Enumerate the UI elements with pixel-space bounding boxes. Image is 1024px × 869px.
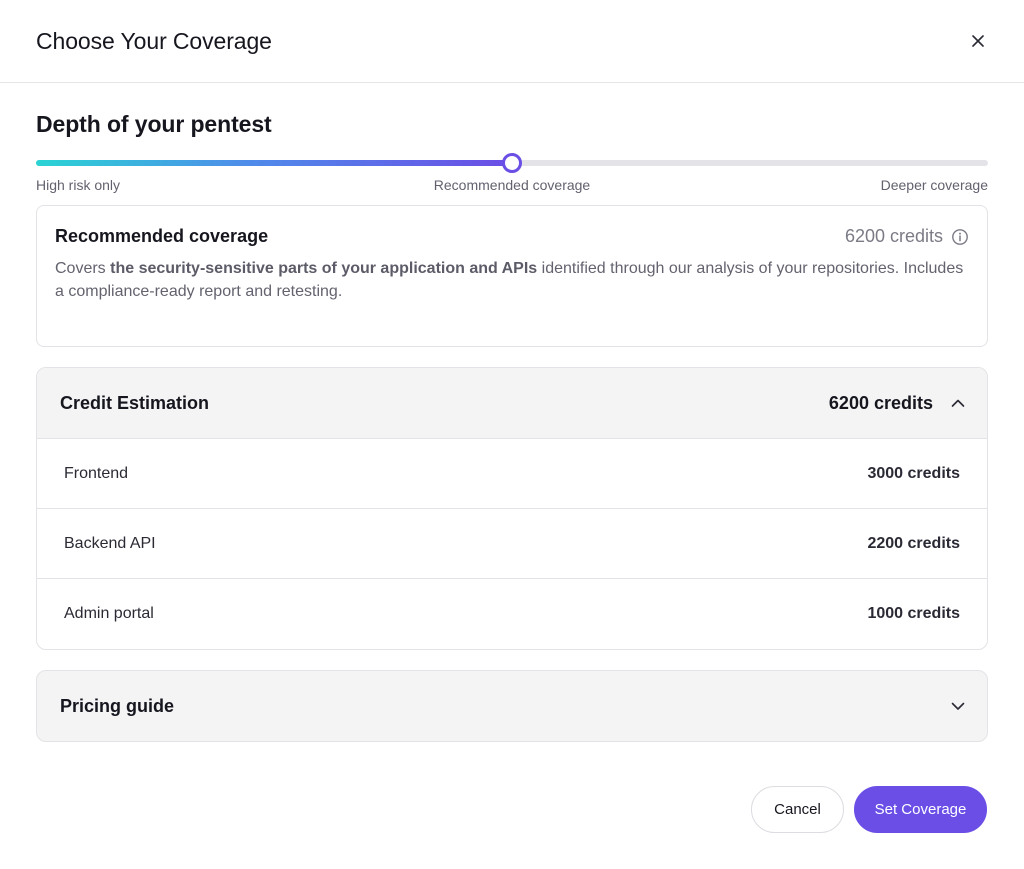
credit-estimation-total: 6200 credits <box>828 392 933 413</box>
slider-label-right: Deeper coverage <box>880 177 988 193</box>
cancel-button[interactable]: Cancel <box>751 786 844 833</box>
pricing-guide-toggle[interactable]: Pricing guide <box>36 670 988 742</box>
dialog-header: Choose Your Coverage <box>0 0 1024 83</box>
chevron-up-icon <box>951 399 965 407</box>
pricing-guide-title: Pricing guide <box>60 695 175 716</box>
credit-estimation-panel: Credit Estimation 6200 credits Frontend … <box>36 367 988 650</box>
slider-label-middle: Recommended coverage <box>433 177 591 193</box>
chevron-down-icon <box>951 702 965 710</box>
dialog-footer: Cancel Set Coverage <box>751 786 987 833</box>
credit-estimation-toggle[interactable]: Credit Estimation 6200 credits <box>37 368 987 439</box>
coverage-credits: 6200 credits <box>845 226 969 247</box>
coverage-description: Covers the security-sensitive parts of y… <box>55 257 969 303</box>
estimation-row-name: Backend API <box>64 534 156 552</box>
slider-labels: High risk only Recommended coverage Deep… <box>36 177 988 197</box>
estimation-row-value: 3000 credits <box>867 464 960 482</box>
coverage-credits-value: 6200 credits <box>844 226 943 246</box>
dialog-body: Depth of your pentest High risk only Rec… <box>0 111 1024 742</box>
estimation-row-value: 1000 credits <box>867 605 960 622</box>
coverage-card-header: Recommended coverage 6200 credits <box>55 226 969 247</box>
estimation-row-value: 2200 credits <box>867 534 960 552</box>
set-coverage-button[interactable]: Set Coverage <box>854 786 987 833</box>
close-icon <box>972 35 984 47</box>
estimation-row-backend-api: Backend API 2200 credits <box>37 509 987 579</box>
slider-label-left: High risk only <box>36 177 121 193</box>
coverage-name: Recommended coverage <box>55 226 269 246</box>
estimation-row-frontend: Frontend 3000 credits <box>37 439 987 509</box>
close-button[interactable] <box>966 29 990 53</box>
estimation-row-name: Admin portal <box>64 605 154 622</box>
dialog-title: Choose Your Coverage <box>36 27 272 54</box>
slider-fill <box>36 160 512 166</box>
coverage-dialog: Choose Your Coverage Depth of your pente… <box>0 0 1024 869</box>
coverage-card: Recommended coverage 6200 credits Covers… <box>36 205 988 347</box>
coverage-desc-bold: the security-sensitive parts of your app… <box>110 260 538 277</box>
estimation-row-name: Frontend <box>64 464 129 482</box>
depth-slider[interactable] <box>36 152 988 173</box>
info-icon[interactable] <box>951 228 969 246</box>
depth-title: Depth of your pentest <box>36 111 272 137</box>
credit-estimation-summary: 6200 credits <box>829 393 965 414</box>
estimation-row-admin-portal: Admin portal 1000 credits <box>37 579 987 649</box>
credit-estimation-title: Credit Estimation <box>60 392 210 413</box>
slider-thumb[interactable] <box>502 153 522 173</box>
coverage-desc-prefix: Covers <box>55 260 111 277</box>
